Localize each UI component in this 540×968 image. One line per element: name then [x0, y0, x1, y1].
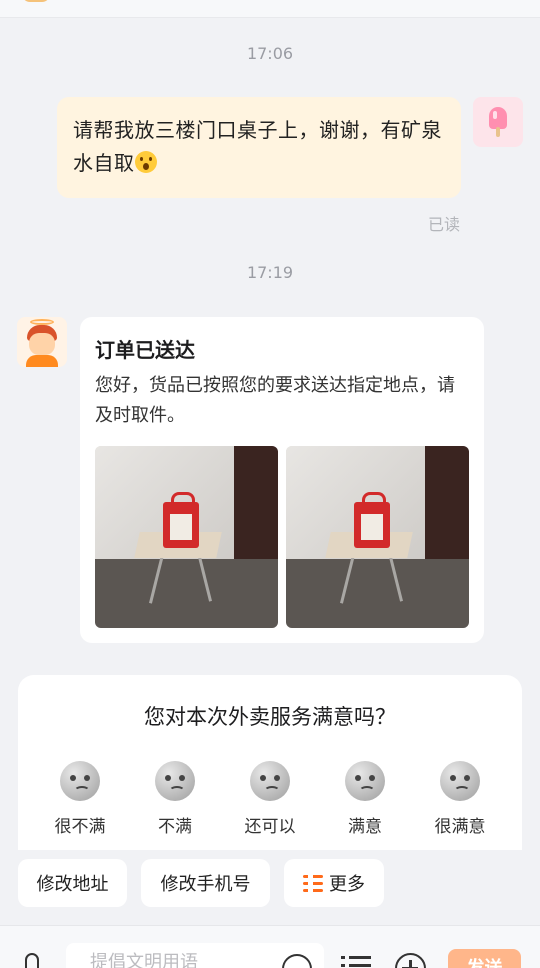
photo-bag — [163, 492, 199, 548]
rider-face — [29, 333, 55, 355]
popsicle-icon — [489, 107, 507, 129]
user-avatar[interactable] — [473, 97, 523, 147]
rating-label: 不满 — [158, 817, 192, 837]
unsatisfied-face-icon — [155, 761, 195, 801]
rider-body — [26, 355, 58, 367]
top-bar-edge — [0, 0, 540, 18]
shocked-emoji-icon — [134, 151, 157, 173]
popsicle-shine — [493, 111, 497, 119]
card-body: 您好，货品已按照您的要求送达指定地点，请及时取件。 — [95, 375, 455, 426]
quick-phrase-icon[interactable] — [341, 956, 371, 968]
voice-icon[interactable] — [25, 953, 39, 968]
edit-address-label: 修改地址 — [36, 874, 109, 895]
very-unsatisfied-face-icon — [60, 761, 100, 801]
timestamp: 17:19 — [246, 263, 294, 282]
timestamp: 17:06 — [246, 44, 294, 63]
read-status: 已读 — [427, 215, 460, 234]
satisfied-face-icon — [345, 761, 385, 801]
photo-floor — [286, 558, 469, 628]
rating-option-very-unsatisfied[interactable]: 很不满 — [38, 761, 122, 837]
delivery-photo[interactable] — [95, 446, 278, 628]
survey-title: 您对本次外卖服务满意吗？ — [144, 705, 396, 729]
very-satisfied-face-icon — [440, 761, 480, 801]
rating-label: 还可以 — [244, 817, 296, 837]
edit-phone-label: 修改手机号 — [160, 874, 251, 895]
message-text: 请帮我放三楼门口桌子上，谢谢，有矿泉水自取 — [73, 118, 442, 175]
more-label: 更多 — [329, 874, 365, 895]
list-more-icon — [303, 873, 323, 893]
card-title: 订单已送达 — [95, 338, 195, 362]
rating-option-very-satisfied[interactable]: 很满意 — [418, 761, 502, 837]
neutral-face-icon — [250, 761, 290, 801]
photo-floor — [95, 558, 278, 628]
send-button[interactable]: 发送 — [448, 949, 521, 968]
plus-icon[interactable] — [395, 953, 426, 968]
photo-bag — [354, 492, 390, 548]
rating-label: 很不满 — [54, 817, 106, 837]
rating-label: 满意 — [348, 817, 382, 837]
delivery-photo[interactable] — [286, 446, 469, 628]
outgoing-message-bubble[interactable]: 请帮我放三楼门口桌子上，谢谢，有矿泉水自取 — [57, 97, 461, 198]
message-input-bar: 提倡文明用语 发送 — [0, 925, 540, 968]
satisfaction-survey-card: 您对本次外卖服务满意吗？ 很不满 不满 还可以 满意 很满意 — [18, 675, 522, 850]
more-button[interactable]: 更多 — [284, 859, 384, 907]
rider-avatar[interactable] — [17, 317, 67, 367]
popsicle-stick — [496, 127, 500, 137]
shop-avatar-edge — [22, 0, 50, 2]
edit-phone-button[interactable]: 修改手机号 — [141, 859, 270, 907]
order-delivered-card: 订单已送达 您好，货品已按照您的要求送达指定地点，请及时取件。 — [80, 317, 484, 643]
rating-option-unsatisfied[interactable]: 不满 — [133, 761, 217, 837]
rating-option-neutral[interactable]: 还可以 — [228, 761, 312, 837]
edit-address-button[interactable]: 修改地址 — [18, 859, 127, 907]
rating-label: 很满意 — [434, 817, 486, 837]
rating-option-satisfied[interactable]: 满意 — [323, 761, 407, 837]
